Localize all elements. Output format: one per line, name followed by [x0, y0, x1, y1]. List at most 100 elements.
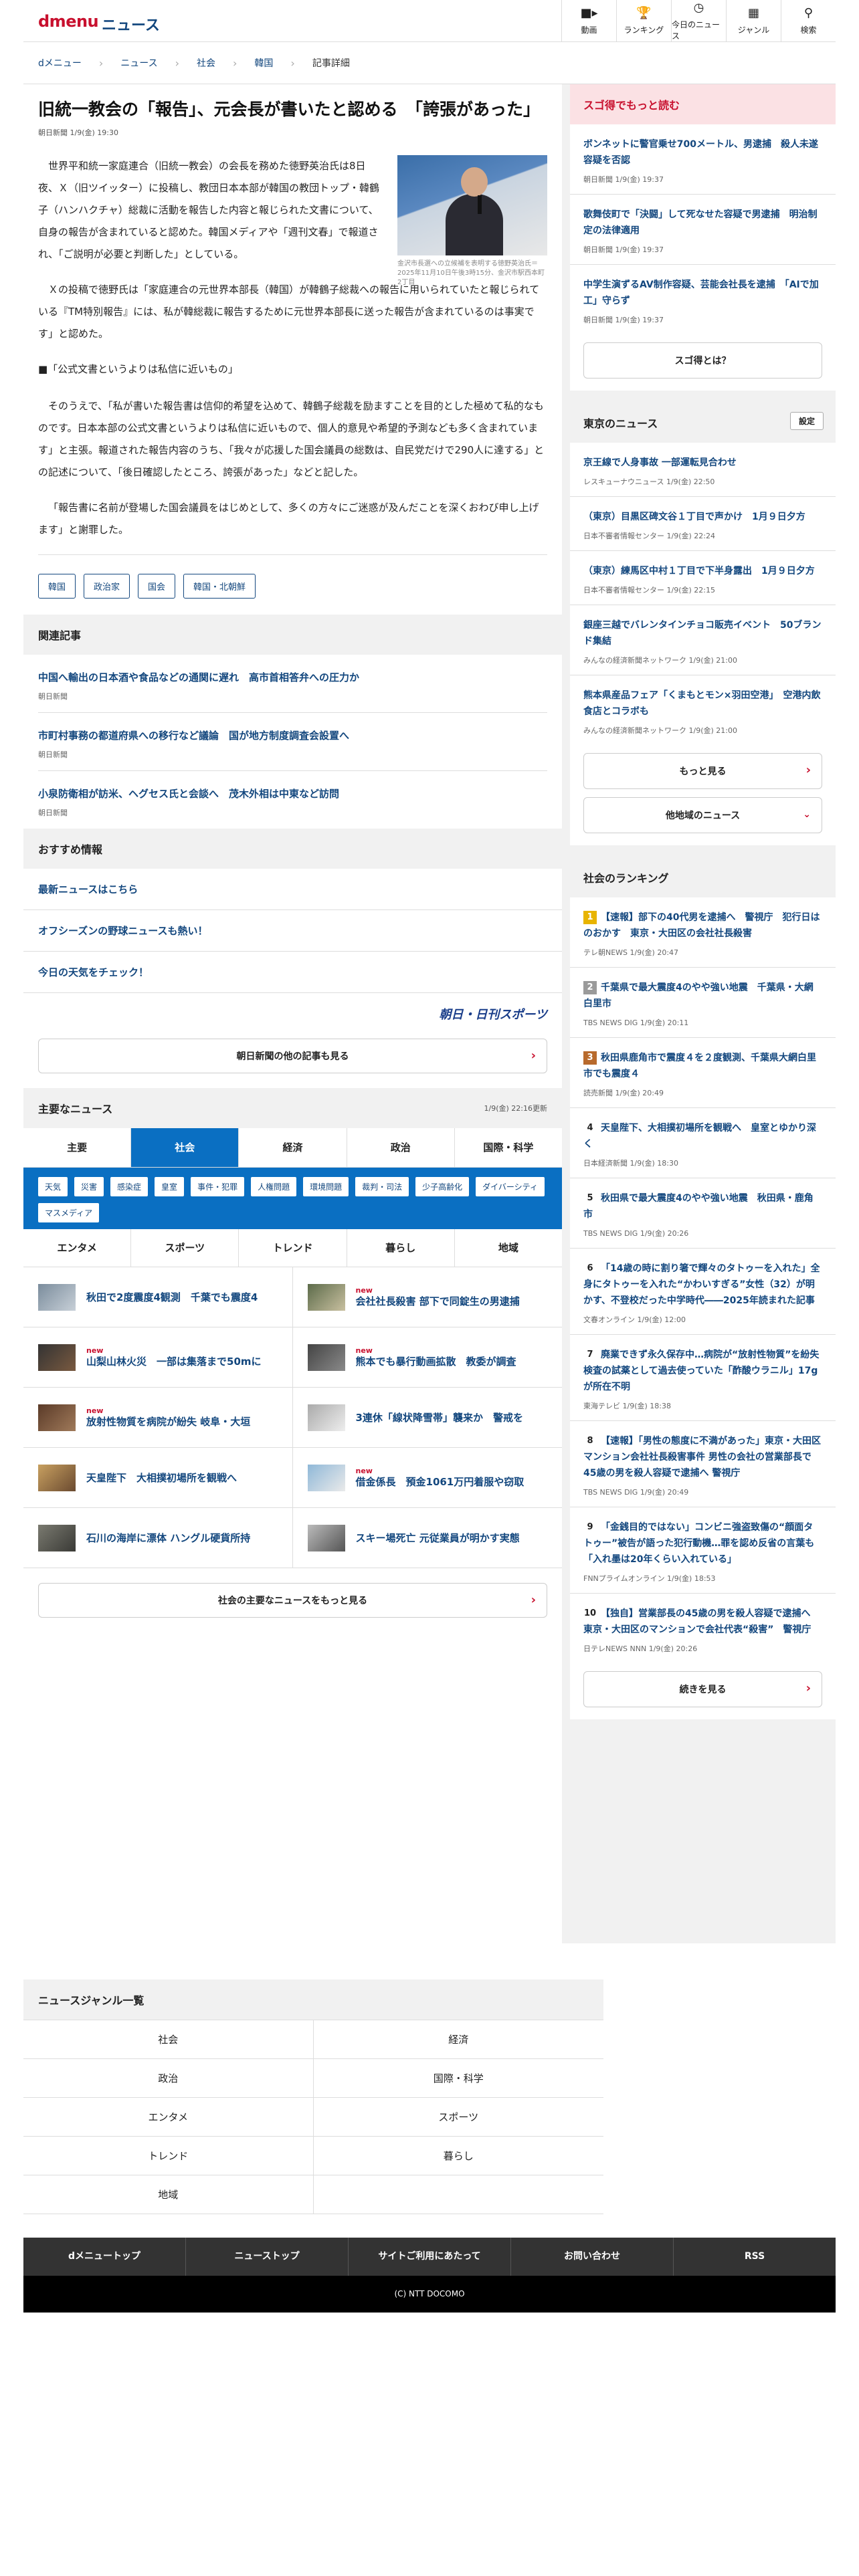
ranking-item[interactable]: 8 【速報】「男性の態度に不満があった」東京・大田区マンション会社社長殺害事件 男…	[570, 1420, 836, 1507]
tab-intl-science[interactable]: 国際・科学	[455, 1128, 562, 1167]
breadcrumb-korea[interactable]: 韓国	[254, 56, 273, 70]
tokyo-more-button[interactable]: もっと見る ›	[583, 753, 822, 789]
news-item[interactable]: new 山梨山林火災 一部は集落まで50mに	[23, 1327, 293, 1388]
ranking-item[interactable]: 2 千葉県で最大震度4のやや強い地震 千葉県・大網白里市 TBS NEWS DIG …	[570, 967, 836, 1037]
tab-life[interactable]: 暮らし	[347, 1229, 455, 1267]
nav-today[interactable]: ◷ 今日のニュース	[671, 0, 726, 42]
breadcrumb-news[interactable]: ニュース	[120, 56, 157, 70]
related-item[interactable]: 小泉防衛相が訪米、ヘグセス氏と会談へ 茂木外相は中東など訪問 朝日新聞	[38, 771, 547, 829]
sugotoku-about-button[interactable]: スゴ得とは？	[583, 342, 822, 379]
tokyo-news-item[interactable]: （東京）目黒区碑文谷１丁目で声かけ 1月９日夕方 日本不審者情報センター 1/9(…	[570, 496, 836, 550]
chip-media[interactable]: マスメディア	[38, 1203, 100, 1222]
chip-environment[interactable]: 環境問題	[303, 1177, 349, 1196]
news-item[interactable]: new 熊本でも暴行動画拡散 教委が調査	[292, 1327, 562, 1388]
news-item[interactable]: 天皇陛下 大相撲初場所を観戦へ	[23, 1448, 293, 1508]
news-item[interactable]: 秋田で2度震度4観測 千葉でも震度4	[23, 1267, 293, 1327]
sugotoku-item[interactable]: ボンネットに警官乗せ700メートル、男逮捕 殺人未遂容疑を否認 朝日新聞 1/9(…	[570, 124, 836, 194]
chip-imperial[interactable]: 皇室	[155, 1177, 185, 1196]
news-thumbnail	[307, 1283, 345, 1311]
chevron-right-icon: ›	[233, 56, 237, 70]
genre-life[interactable]: 暮らし	[313, 2137, 603, 2175]
news-item[interactable]: new 借金係長 預金1061万円着服や窃取	[292, 1448, 562, 1508]
chip-diversity[interactable]: ダイバーシティ	[476, 1177, 545, 1196]
breadcrumb-dmenu[interactable]: dメニュー	[38, 56, 82, 70]
news-logo[interactable]: ニュース	[102, 13, 160, 35]
ranking-item[interactable]: 7 廃業できず永久保存中…病院が“放射性物質”を紛失 検査の試薬として過去使ってい…	[570, 1334, 836, 1420]
nav-search[interactable]: ⚲ 検索	[781, 0, 836, 42]
related-item[interactable]: 中国へ輸出の日本酒や食品などの通関に遅れ 高市首相答弁への圧力か 朝日新聞	[38, 655, 547, 713]
sidebar: スゴ得でもっと読む ボンネットに警官乗せ700メートル、男逮捕 殺人未遂容疑を否…	[562, 84, 836, 1943]
tab-society[interactable]: 社会	[131, 1128, 240, 1167]
footer-terms[interactable]: サイトご利用にあたって	[349, 2238, 511, 2276]
ranking-item[interactable]: 4 天皇陛下、大相撲初場所を観戦へ 皇室とゆかり深く 日本経済新聞 1/9(金) 1…	[570, 1107, 836, 1178]
news-item[interactable]: 石川の海岸に漂体 ハングル硬貨所持	[23, 1508, 293, 1568]
tab-region[interactable]: 地域	[455, 1229, 562, 1267]
genre-economy[interactable]: 経済	[313, 2020, 603, 2059]
dmenu-logo[interactable]: dmenu	[38, 12, 99, 31]
tab-entame[interactable]: エンタメ	[23, 1229, 132, 1267]
recommend-item[interactable]: 今日の天気をチェック！	[23, 952, 562, 993]
genre-politics[interactable]: 政治	[23, 2059, 314, 2098]
more-asahi-button[interactable]: 朝日新聞の他の記事も見る ›	[38, 1039, 547, 1073]
tab-main[interactable]: 主要	[23, 1128, 132, 1167]
genre-trend[interactable]: トレンド	[23, 2137, 314, 2175]
chip-infection[interactable]: 感染症	[110, 1177, 149, 1196]
ranking-item[interactable]: 1 【速報】部下の40代男を逮捕へ 警視庁 犯行日はのおかす 東京・大田区の会社社…	[570, 897, 836, 967]
chip-justice[interactable]: 裁判・司法	[355, 1177, 409, 1196]
ranking-item[interactable]: 10 【独自】営業部長の45歳の男を殺人容疑で逮捕へ 東京・大田区のマンションで会…	[570, 1593, 836, 1663]
chip-crime[interactable]: 事件・犯罪	[191, 1177, 245, 1196]
tag-korea[interactable]: 韓国	[38, 574, 76, 599]
tab-economy[interactable]: 経済	[239, 1128, 347, 1167]
genre-society[interactable]: 社会	[23, 2020, 314, 2059]
sugotoku-item[interactable]: 中学生演ずるAV制作容疑、芸能会社長を逮捕 「AIで加工」守らず 朝日新聞 1/9…	[570, 264, 836, 334]
footer-rss[interactable]: RSS	[674, 2238, 836, 2276]
nav-video[interactable]: ■▸ 動画	[561, 0, 616, 42]
chip-weather[interactable]: 天気	[38, 1177, 68, 1196]
chip-human-rights[interactable]: 人権問題	[251, 1177, 297, 1196]
news-item[interactable]: new 放射性物質を病院が紛失 岐阜・大垣	[23, 1388, 293, 1448]
chip-disaster[interactable]: 災害	[74, 1177, 104, 1196]
ranking-item[interactable]: 3 秋田県鹿角市で震度４を２度観測、千葉県大網白里市でも震度４ 読売新聞 1/9(金…	[570, 1037, 836, 1107]
ranking-item[interactable]: 6 「14歳の時に割り箸で輝々のタトゥーを入れた」全身にタトゥーを入れた“かわいす…	[570, 1248, 836, 1334]
other-region-button[interactable]: 他地域のニュース ⌄	[583, 797, 822, 833]
chevron-down-icon: ⌄	[803, 809, 811, 820]
tag-diet[interactable]: 国会	[138, 574, 176, 599]
more-society-button[interactable]: 社会の主要なニュースをもっと見る ›	[38, 1583, 547, 1618]
footer-contact[interactable]: お問い合わせ	[511, 2238, 674, 2276]
settings-button[interactable]: 設定	[789, 412, 824, 430]
nav-genre[interactable]: ▦ ジャンル	[726, 0, 781, 42]
genre-intl-science[interactable]: 国際・科学	[313, 2059, 603, 2098]
ranking-item[interactable]: 9 「金銭目的ではない」コンビニ強盗致傷の“顔面タトゥー”被告が語った犯行動機…罪…	[570, 1507, 836, 1593]
chip-aging[interactable]: 少子高齢化	[415, 1177, 470, 1196]
footer-dmenu-top[interactable]: dメニュートップ	[23, 2238, 186, 2276]
news-item[interactable]: 3連休「線状降雪帯」襲来か 警戒を	[292, 1388, 562, 1448]
news-thumbnail	[38, 1283, 76, 1311]
asahi-nikkan-logo[interactable]: 朝日・日刊スポーツ	[23, 993, 562, 1029]
tokyo-news-item[interactable]: 銀座三越でバレンタインチョコ販売イベント 50ブランド集結 みんなの経済新聞ネット…	[570, 605, 836, 675]
tab-sports[interactable]: スポーツ	[131, 1229, 240, 1267]
related-item[interactable]: 市町村事務の都道府県への移行など議論 国が地方制度調査会設置へ 朝日新聞	[38, 713, 547, 771]
breadcrumb-current: 記事詳細	[312, 58, 350, 69]
sugotoku-item[interactable]: 歌舞伎町で「決闘」して死なせた容疑で男逮捕 明治制定の法律適用 朝日新聞 1/9(…	[570, 194, 836, 264]
genre-entame[interactable]: エンタメ	[23, 2098, 314, 2137]
tokyo-news-item[interactable]: （東京）練馬区中村１丁目で下半身露出 1月９日夕方 日本不審者情報センター 1/9…	[570, 550, 836, 605]
breadcrumb-society[interactable]: 社会	[197, 56, 215, 70]
tokyo-news-item[interactable]: 京王線で人身事故 一部運転見合わせ レスキューナウニュース 1/9(金) 22:5…	[570, 443, 836, 496]
tag-politician[interactable]: 政治家	[84, 574, 130, 599]
tab-trend[interactable]: トレンド	[239, 1229, 347, 1267]
recommend-item[interactable]: 最新ニュースはこちら	[23, 869, 562, 910]
ranking-more-button[interactable]: 続きを見る ›	[583, 1671, 822, 1707]
tab-politics[interactable]: 政治	[347, 1128, 455, 1167]
tokyo-news-item[interactable]: 熊本県産品フェア「くまもとモン×羽田空港」 空港内飲食店とコラボも みんなの経済新…	[570, 675, 836, 745]
recommend-item[interactable]: オフシーズンの野球ニュースも熱い！	[23, 910, 562, 952]
paragraph: Ｘの投稿で徳野氏は「家庭連合の元世界本部長（韓国）が韓鶴子総裁への報告に用いられ…	[38, 284, 540, 340]
genre-sports[interactable]: スポーツ	[313, 2098, 603, 2137]
article-photo[interactable]: 金沢市長選への立候補を表明する徳野英治氏＝2025年11月10日午後3時15分、…	[397, 155, 547, 288]
news-item[interactable]: スキー場死亡 元従業員が明かす実態	[292, 1508, 562, 1568]
footer-news-top[interactable]: ニューストップ	[186, 2238, 349, 2276]
genre-region[interactable]: 地域	[23, 2175, 314, 2214]
news-item[interactable]: new 会社社長殺害 部下で同錠生の男逮捕	[292, 1267, 562, 1327]
nav-ranking[interactable]: 🏆 ランキング	[616, 0, 671, 42]
tag-korea-nk[interactable]: 韓国・北朝鮮	[183, 574, 256, 599]
ranking-item[interactable]: 5 秋田県で最大震度4のやや強い地震 秋田県・鹿角市 TBS NEWS DIG 1/…	[570, 1178, 836, 1248]
